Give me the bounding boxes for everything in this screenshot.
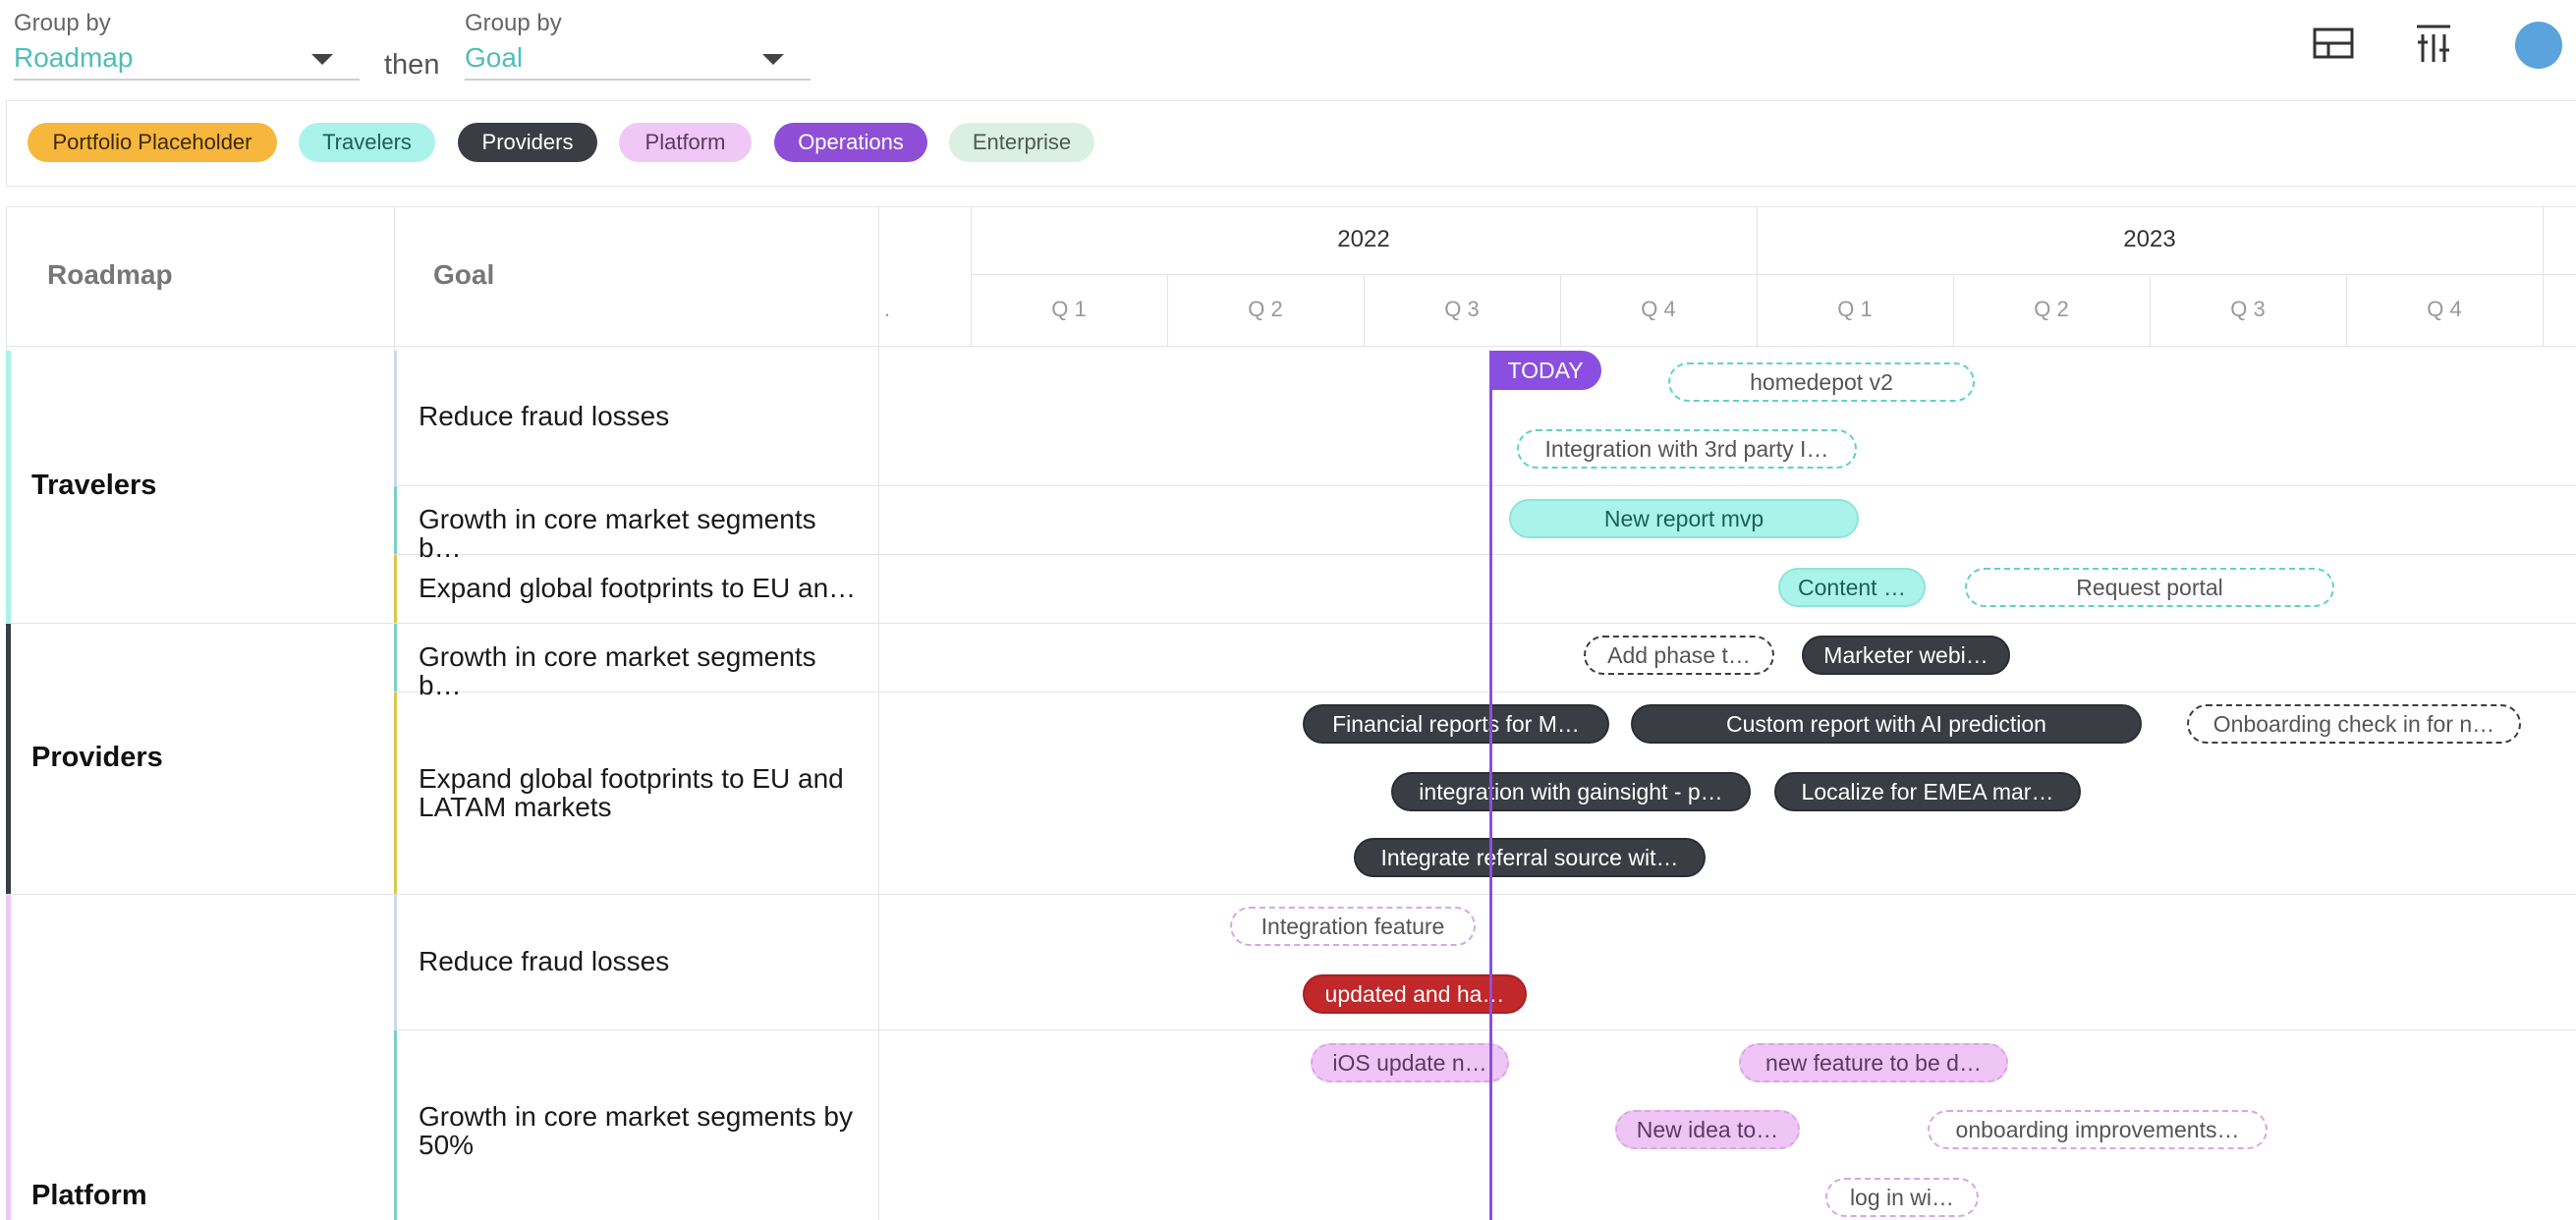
quarter-2022-q4: Q 4	[1641, 297, 1676, 321]
group-by-1-label: Group by	[14, 10, 111, 36]
roadmap-item[interactable]: Add phase t…	[1584, 636, 1774, 675]
group-by-2-label: Group by	[465, 10, 562, 36]
divider	[394, 1029, 2576, 1030]
roadmap-item[interactable]: iOS update n…	[1311, 1043, 1509, 1082]
filter-chip-enterprise[interactable]: Enterprise	[949, 123, 1094, 162]
divider	[6, 623, 2576, 624]
roadmap-item[interactable]: Integrate referral source wit…	[1354, 838, 1706, 877]
filter-chip-operations[interactable]: Operations	[774, 123, 927, 162]
goal-expand-global-footprints[interactable]: Expand global footprints to EU and LATAM…	[419, 764, 851, 821]
roadmap-item[interactable]: Custom report with AI prediction	[1631, 704, 2142, 744]
quarter-2022-q2: Q 2	[1248, 297, 1283, 321]
goal-column-header[interactable]: Goal	[433, 259, 494, 291]
user-avatar[interactable]	[2515, 22, 2562, 69]
quarter-2023-q2: Q 2	[2034, 297, 2069, 321]
then-label: then	[384, 49, 440, 81]
group-by-1-select[interactable]: Roadmap	[14, 39, 360, 81]
goal-growth-core-market[interactable]: Growth in core market segments b…	[419, 642, 861, 699]
goal-color-bar	[394, 351, 397, 485]
divider	[394, 485, 2576, 486]
quarter-2022-q1: Q 1	[1051, 297, 1087, 321]
group-by-1-value: Roadmap	[14, 42, 134, 73]
roadmap-item[interactable]: Onboarding check in for n…	[2187, 704, 2521, 744]
quarter-2023-q4: Q 4	[2427, 297, 2462, 321]
roadmap-item[interactable]: new feature to be d…	[1739, 1043, 2008, 1082]
chevron-down-icon	[762, 54, 784, 65]
goal-color-bar	[394, 486, 397, 554]
roadmap-item[interactable]: Integration with 3rd party I…	[1517, 429, 1857, 469]
layout-icon[interactable]	[2306, 16, 2361, 71]
column-settings-icon[interactable]	[2406, 16, 2461, 71]
roadmap-item[interactable]: homedepot v2	[1668, 362, 1975, 402]
select-underline	[465, 79, 811, 81]
divider	[2543, 207, 2544, 346]
goal-growth-core-market[interactable]: Growth in core market segments b…	[419, 505, 861, 562]
goal-reduce-fraud-losses[interactable]: Reduce fraud losses	[419, 402, 861, 430]
roadmap-providers[interactable]: Providers	[31, 742, 163, 774]
quarter-2023-q3: Q 3	[2230, 297, 2266, 321]
divider	[6, 894, 2576, 895]
roadmap-color-bar	[6, 351, 11, 623]
chevron-down-icon	[311, 54, 333, 65]
today-marker-line	[1489, 351, 1492, 1220]
filter-chip-providers[interactable]: Providers	[458, 123, 597, 162]
roadmap-item[interactable]: Content …	[1778, 568, 1926, 607]
roadmap-item[interactable]: Localize for EMEA mar…	[1774, 772, 2081, 811]
roadmap-item[interactable]: Integration feature	[1230, 907, 1476, 946]
roadmap-column-header[interactable]: Roadmap	[47, 259, 173, 291]
roadmap-travelers[interactable]: Travelers	[31, 470, 156, 502]
goal-color-bar	[394, 693, 397, 894]
roadmap-item[interactable]: Marketer webi…	[1802, 636, 2010, 675]
filter-chip-platform[interactable]: Platform	[619, 123, 752, 162]
goal-color-bar	[394, 624, 397, 692]
roadmap-item[interactable]: Financial reports for M…	[1303, 704, 1609, 744]
goal-color-bar	[394, 1030, 397, 1220]
roadmap-item[interactable]: Request portal	[1965, 568, 2334, 607]
goal-color-bar	[394, 895, 397, 1029]
select-underline	[14, 79, 360, 81]
filter-chip-travelers[interactable]: Travelers	[299, 123, 435, 162]
today-marker-label: TODAY	[1489, 351, 1601, 390]
year-2022: 2022	[1337, 226, 1390, 252]
roadmap-color-bar	[6, 623, 11, 894]
goal-growth-core-market[interactable]: Growth in core market segments by 50%	[419, 1102, 861, 1159]
goal-expand-global-footprints[interactable]: Expand global footprints to EU an…	[419, 574, 861, 602]
roadmap-item[interactable]: integration with gainsight - p…	[1391, 772, 1751, 811]
roadmap-platform[interactable]: Platform	[31, 1180, 147, 1212]
divider	[971, 274, 2576, 275]
roadmap-item[interactable]: New report mvp	[1509, 499, 1859, 538]
quarter-2023-q1: Q 1	[1837, 297, 1873, 321]
goal-reduce-fraud-losses[interactable]: Reduce fraud losses	[419, 947, 861, 975]
roadmap-item[interactable]: updated and ha…	[1303, 974, 1527, 1014]
roadmap-item[interactable]: onboarding improvements…	[1928, 1110, 2268, 1149]
group-by-2-value: Goal	[465, 42, 524, 73]
year-2023: 2023	[2123, 226, 2176, 252]
roadmap-item[interactable]: New idea to…	[1615, 1110, 1800, 1149]
roadmap-color-bar	[6, 894, 11, 1220]
roadmap-item[interactable]: log in wi…	[1825, 1178, 1979, 1217]
filter-chip-portfolio-placeholder[interactable]: Portfolio Placeholder	[28, 123, 277, 162]
group-by-2-select[interactable]: Goal	[465, 39, 811, 81]
quarter-2022-q3: Q 3	[1444, 297, 1480, 321]
divider	[878, 207, 879, 1220]
goal-color-bar	[394, 555, 397, 623]
quarter-prev: .	[883, 297, 891, 321]
divider	[6, 346, 2576, 347]
